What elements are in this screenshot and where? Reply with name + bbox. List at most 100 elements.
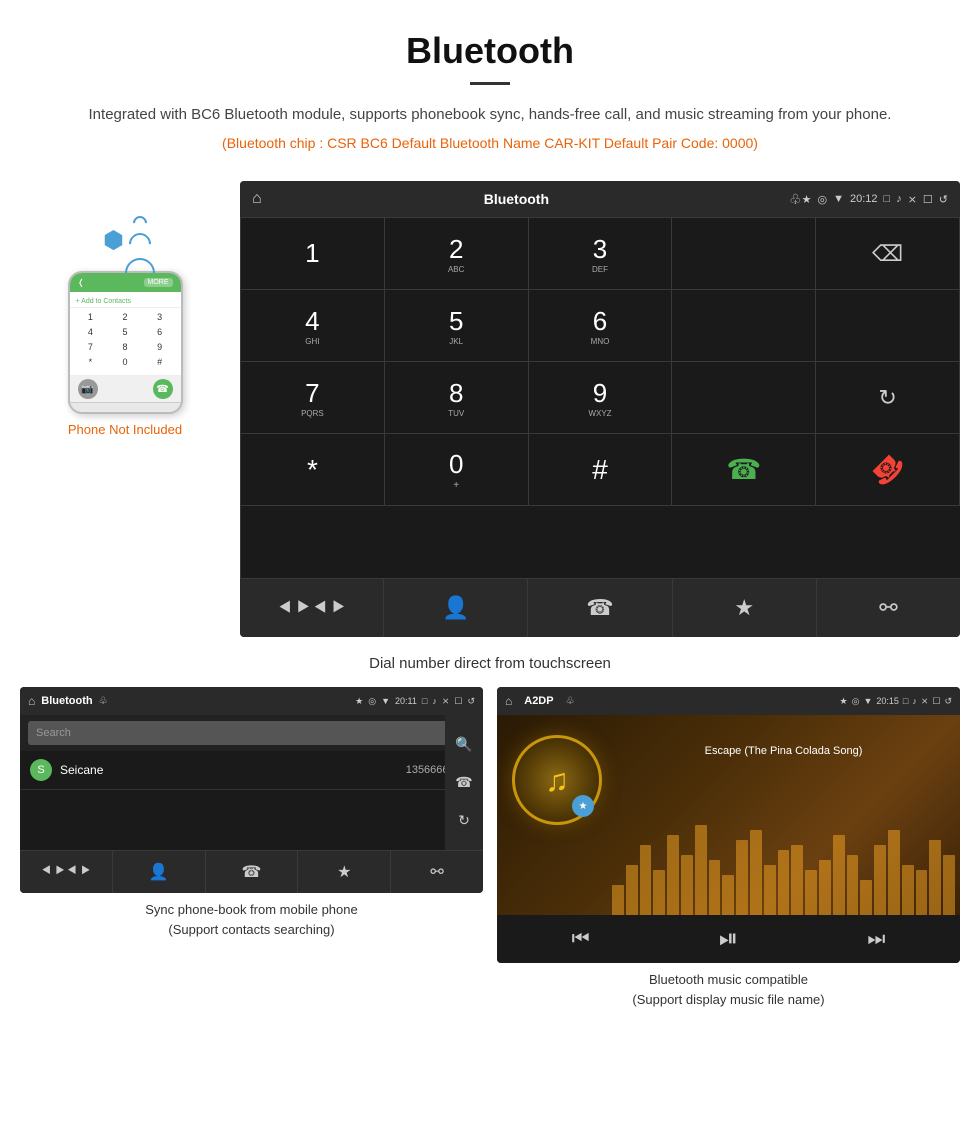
phone-not-included-label: Phone Not Included [68, 422, 182, 437]
header-description: Integrated with BC6 Bluetooth module, su… [60, 103, 920, 127]
page-title: Bluetooth [60, 30, 920, 72]
music-spectrum [607, 835, 960, 915]
bluetooth-icon: ⬢ [103, 226, 124, 255]
pb-empty-area [20, 790, 483, 850]
phone-key-7: 7 [74, 340, 108, 354]
pb-refresh-icon[interactable]: ↻ [458, 812, 470, 829]
pb-bottom-link[interactable]: ⚯ [391, 851, 483, 893]
dial-key-4[interactable]: 4GHI [241, 290, 385, 362]
dial-refresh-btn[interactable]: ↻ [816, 362, 960, 434]
bottom-link-btn[interactable]: ⚯ [817, 579, 960, 637]
music-play-pause-btn[interactable]: ⏯ [719, 925, 738, 953]
pb-bottom-keypad[interactable]: ⯇⯈⯇⯈ [20, 851, 113, 893]
pb-contact-name: Seicane [60, 763, 406, 777]
phone-key-hash: # [143, 355, 177, 369]
bottom-contacts-btn[interactable]: 👤 [384, 579, 528, 637]
music-album-art: ♫ ★ [512, 735, 602, 825]
pb-phone-icon[interactable]: ☎ [455, 774, 472, 791]
pb-content-area: Search S Seicane 13566664466 🔍 [20, 715, 483, 850]
pb-search-box[interactable]: Search [28, 721, 475, 745]
pb-bottom-phone[interactable]: ☎ [206, 851, 299, 893]
phone-illustration: ⬢ ❬ MORE + Add to Contacts 1 2 3 4 5 [30, 181, 220, 437]
phone-key-6: 6 [143, 325, 177, 339]
phone-key-5: 5 [108, 325, 142, 339]
dial-display-area [672, 218, 816, 290]
phone-key-1: 1 [74, 310, 108, 324]
dial-key-9[interactable]: 9WXYZ [529, 362, 673, 434]
location-icon: ◎ [818, 193, 828, 206]
dial-empty-2 [672, 290, 816, 362]
bluetooth-status-icon: ★ [802, 193, 812, 206]
pb-home-icon[interactable]: ⌂ [28, 694, 35, 708]
music-next-btn[interactable]: ⏭ [867, 928, 885, 951]
pb-search-row: Search [20, 715, 483, 751]
music-song-title: Escape (The Pina Colada Song) [617, 745, 950, 757]
music-note-icon: ♫ [545, 762, 569, 799]
music-caption: Bluetooth music compatible (Support disp… [632, 970, 824, 1009]
dial-empty-3 [816, 290, 960, 362]
pb-bottom-contacts[interactable]: 👤 [113, 851, 206, 893]
pb-right-col: 🔍 ☎ ↻ [445, 715, 483, 850]
music-home-icon[interactable]: ⌂ [505, 694, 512, 708]
music-screen: ⌂ A2DP ♧ ★ ◎ ▼ 20:15 □ ♪ ⨯ ☐ ↺ ♫ [497, 687, 960, 963]
camera-icon: □ [884, 193, 891, 205]
signal-arc-1 [130, 213, 150, 233]
phone-key-8: 8 [108, 340, 142, 354]
close-icon: ⨯ [908, 193, 917, 206]
dial-key-2[interactable]: 2ABC [385, 218, 529, 290]
status-bar-right: ★ ◎ ▼ 20:12 □ ♪ ⨯ ☐ ↺ [802, 193, 948, 206]
pb-search-icon[interactable]: 🔍 [455, 736, 472, 753]
music-status-right: ★ ◎ ▼ 20:15 □ ♪ ⨯ ☐ ↺ [840, 696, 953, 707]
dial-caption: Dial number direct from touchscreen [0, 655, 980, 672]
bottom-bluetooth-btn[interactable]: ★ [673, 579, 817, 637]
header-specs: (Bluetooth chip : CSR BC6 Default Blueto… [60, 135, 920, 151]
dial-key-5[interactable]: 5JKL [385, 290, 529, 362]
header-section: Bluetooth Integrated with BC6 Bluetooth … [0, 0, 980, 181]
dial-empty-4 [672, 362, 816, 434]
dial-key-6[interactable]: 6MNO [529, 290, 673, 362]
bottom-screenshots: ⌂ Bluetooth ♧ ★ ◎ ▼ 20:11 □ ♪ ⨯ ☐ ↺ [0, 687, 980, 1019]
dial-call-green-btn[interactable]: ☎ [672, 434, 816, 506]
wifi-icon: ▼ [833, 193, 844, 205]
phone-body: ❬ MORE + Add to Contacts 1 2 3 4 5 6 7 8… [68, 271, 183, 414]
pb-time: 20:11 [395, 696, 417, 706]
music-time: 20:15 [876, 696, 899, 706]
phone-call-row: 📷 ☎ [70, 375, 181, 402]
dial-key-hash[interactable]: # [529, 434, 673, 506]
music-content: ♫ ★ Escape (The Pina Colada Song) [497, 715, 960, 915]
dial-key-7[interactable]: 7PQRS [241, 362, 385, 434]
phonebook-screen-wrap: ⌂ Bluetooth ♧ ★ ◎ ▼ 20:11 □ ♪ ⨯ ☐ ↺ [20, 687, 483, 1009]
bottom-keypad-btn[interactable]: ⯇⯈⯇⯈ [240, 579, 384, 637]
pb-contact-row[interactable]: S Seicane 13566664466 [20, 751, 483, 790]
volume-icon: ♪ [896, 193, 902, 205]
dial-key-star[interactable]: * [241, 434, 385, 506]
time-display: 20:12 [850, 193, 878, 205]
phone-key-4: 4 [74, 325, 108, 339]
home-icon[interactable]: ⌂ [252, 190, 262, 208]
dial-key-8[interactable]: 8TUV [385, 362, 529, 434]
pb-bottom-bluetooth[interactable]: ★ [298, 851, 391, 893]
phone-keypad: 1 2 3 4 5 6 7 8 9 * 0 # [70, 308, 181, 371]
dial-call-red-btn[interactable]: ☎ [816, 434, 960, 506]
bottom-phone-btn[interactable]: ☎ [528, 579, 672, 637]
music-prev-btn[interactable]: ⏮ [572, 928, 590, 951]
title-divider [470, 82, 510, 85]
dial-backspace-btn[interactable]: ⌫ [816, 218, 960, 290]
phone-top-bar-text: ❬ [78, 278, 85, 287]
music-back-btn[interactable]: ↺ [944, 696, 952, 707]
pb-caption: Sync phone-book from mobile phone (Suppo… [145, 900, 357, 939]
phone-add-contact: + Add to Contacts [70, 296, 181, 308]
signal-arc-2 [124, 228, 155, 259]
back-icon[interactable]: ↺ [939, 193, 948, 206]
phone-key-9: 9 [143, 340, 177, 354]
pb-contact-letter: S [30, 759, 52, 781]
dial-key-3[interactable]: 3DEF [529, 218, 673, 290]
phone-key-star: * [74, 355, 108, 369]
phone-key-3: 3 [143, 310, 177, 324]
dial-key-1[interactable]: 1 [241, 218, 385, 290]
dial-key-0[interactable]: 0+ [385, 434, 529, 506]
music-bt-badge: ★ [572, 795, 594, 817]
pb-status-bar: ⌂ Bluetooth ♧ ★ ◎ ▼ 20:11 □ ♪ ⨯ ☐ ↺ [20, 687, 483, 715]
pb-back-btn[interactable]: ↺ [467, 696, 475, 707]
main-dial-section: ⬢ ❬ MORE + Add to Contacts 1 2 3 4 5 [0, 181, 980, 647]
